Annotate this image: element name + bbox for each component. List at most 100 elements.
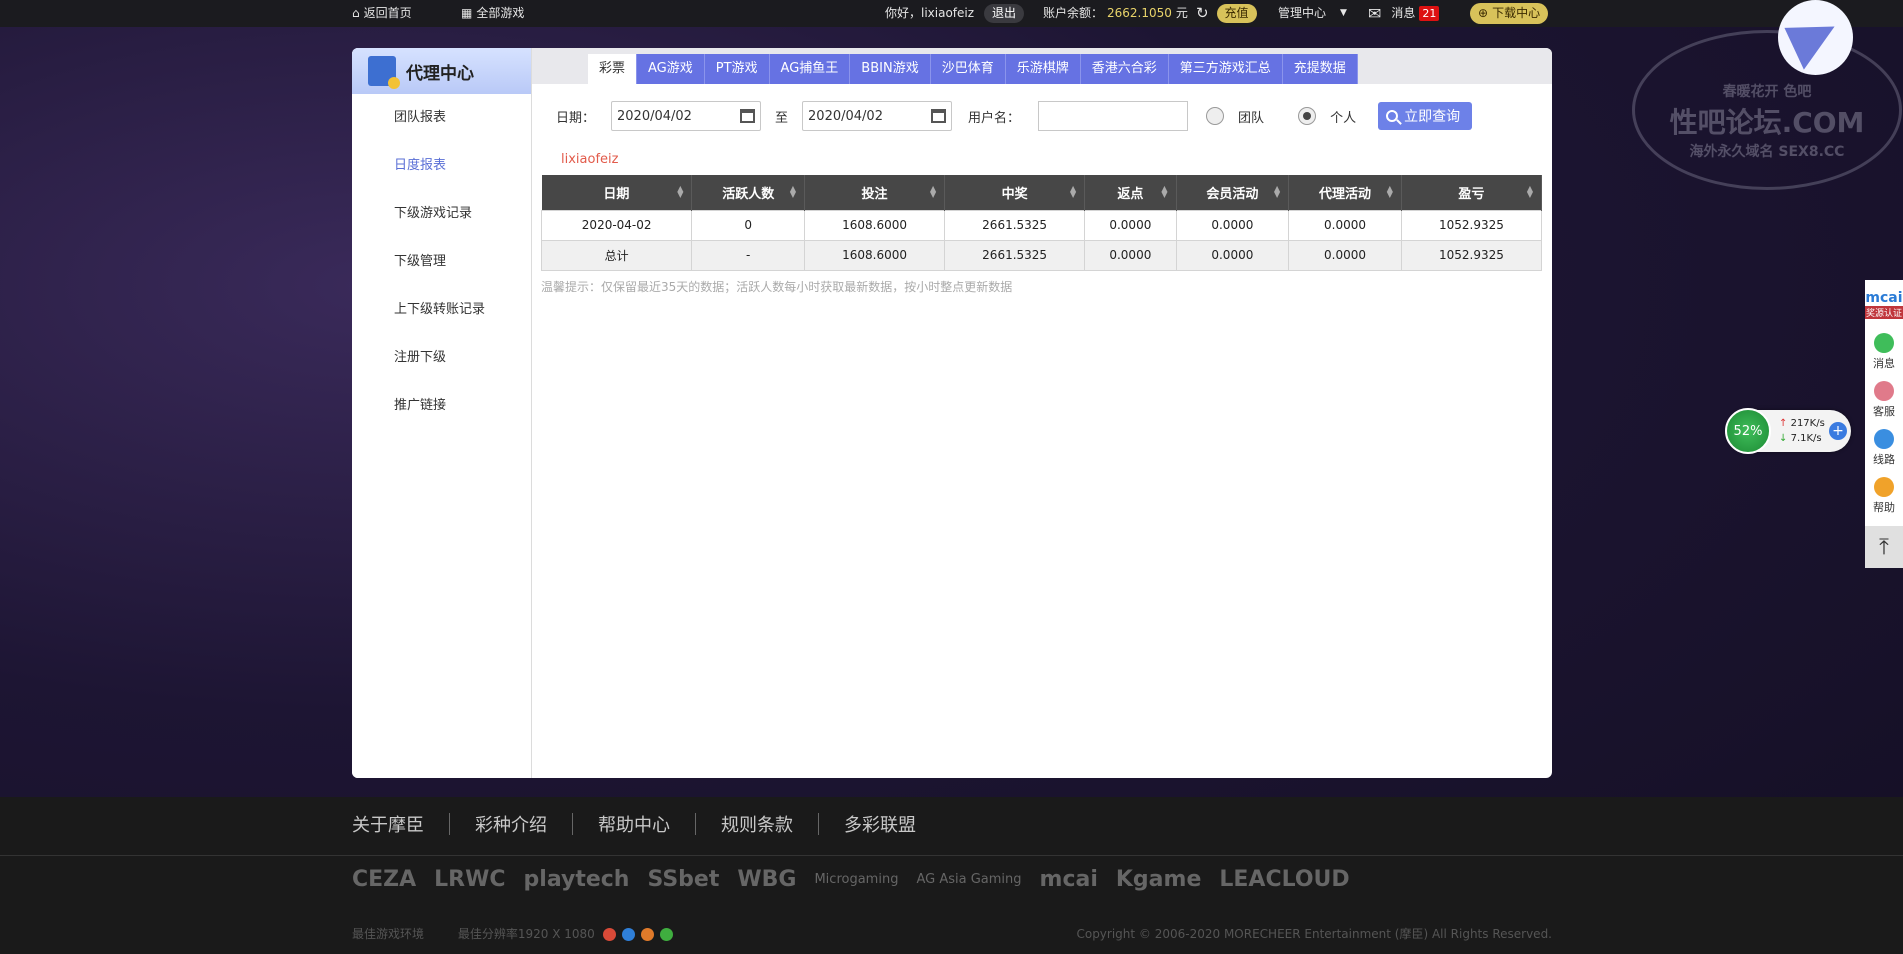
footer-link[interactable]: 规则条款: [721, 811, 793, 837]
column-header[interactable]: 投注 ▲ ▼: [804, 175, 946, 210]
sort-icon[interactable]: ▲ ▼: [677, 185, 683, 199]
sort-icon[interactable]: ▲ ▼: [1527, 185, 1533, 199]
rightbar-item-label: 线路: [1873, 453, 1895, 466]
top-bar: ⌂ 返回首页 ▦ 全部游戏 你好，lixiaofeiz 退出 账户余额： 266…: [0, 0, 1903, 27]
game-tabs: 彩票 AG游戏 PT游戏 AG捕鱼王 BBIN游戏 沙巴体育 乐游棋牌 香港六合彩 第三方游戏汇…: [532, 48, 1552, 84]
sidebar-item[interactable]: 注册下级: [352, 334, 531, 382]
network-speed-widget[interactable]: 52% ↑ 217K/s ↓ 7.1K/s +: [1725, 408, 1851, 454]
sort-icon[interactable]: ▲ ▼: [1161, 185, 1167, 199]
all-games-link[interactable]: ▦ 全部游戏: [461, 0, 524, 27]
tab[interactable]: 沙巴体育: [930, 54, 1006, 84]
table-cell: 1052.9325: [1400, 209, 1543, 241]
tab[interactable]: PT游戏: [704, 54, 770, 84]
column-header-label: 盈亏: [1458, 186, 1485, 202]
all-games-label: 全部游戏: [476, 6, 525, 20]
sort-icon[interactable]: ▲ ▼: [930, 185, 936, 199]
plus-icon[interactable]: +: [1829, 422, 1847, 440]
column-header[interactable]: 盈亏 ▲ ▼: [1401, 175, 1543, 210]
tab[interactable]: 香港六合彩: [1080, 54, 1169, 84]
column-header-label: 活跃人数: [722, 186, 775, 202]
recharge-button[interactable]: 充值: [1216, 4, 1257, 23]
footer-link[interactable]: 多彩联盟: [844, 811, 916, 837]
footer-link[interactable]: 关于摩臣: [352, 811, 424, 837]
sidebar-item[interactable]: 团队报表: [352, 94, 531, 142]
tab[interactable]: 充提数据: [1282, 54, 1358, 84]
back-to-top-button[interactable]: ⤒: [1865, 526, 1903, 568]
rightbar-item[interactable]: 消息: [1865, 328, 1903, 376]
greeting: 你好，lixiaofeiz: [885, 6, 975, 20]
table-cell: 0.0000: [1175, 209, 1290, 241]
table-row: 2020-04-02 0 1608.6000 2661.5325 0.0000 0.000…: [540, 209, 1543, 241]
team-radio[interactable]: [1206, 107, 1225, 125]
sidebar-header: 代理中心: [352, 48, 531, 94]
mcai-badge[interactable]: mcai 奖源认证: [1865, 280, 1903, 328]
username-input[interactable]: [1038, 101, 1189, 131]
tab[interactable]: AG捕鱼王: [769, 54, 851, 84]
rightbar-item[interactable]: 线路: [1865, 424, 1903, 472]
sidebar-item[interactable]: 上下级转账记录: [352, 286, 531, 334]
column-header[interactable]: 日期 ▲ ▼: [541, 175, 693, 210]
logout-button[interactable]: 退出: [984, 4, 1025, 23]
sidebar-item[interactable]: 下级管理: [352, 238, 531, 286]
refresh-icon[interactable]: ↻: [1196, 0, 1209, 27]
filter-bar: 日期： 2020/04/02 至 2020/04/02 用户名： 团队 个人 立…: [556, 100, 1532, 132]
tab[interactable]: 乐游棋牌: [1005, 54, 1081, 84]
rightbar-item[interactable]: 帮助: [1865, 472, 1903, 520]
column-header[interactable]: 会员活动 ▲ ▼: [1176, 175, 1290, 210]
messages-link[interactable]: ✉ 消息 21: [1368, 0, 1440, 27]
footer-separator: [818, 813, 819, 835]
table-cell: 0.0000: [1288, 239, 1402, 271]
date-to-value: 2020/04/02: [808, 108, 883, 124]
ie-icon: [621, 928, 635, 941]
date-from-input[interactable]: 2020/04/02: [611, 101, 762, 131]
footer-separator: [572, 813, 573, 835]
search-icon: [1386, 110, 1399, 122]
table-cell: 1608.6000: [804, 209, 946, 241]
partner-logo: WBG: [737, 867, 797, 892]
admin-center-menu[interactable]: 管理中心 ▼: [1278, 0, 1347, 27]
sort-icon[interactable]: ▲ ▼: [790, 185, 796, 199]
to-label: 至: [775, 110, 789, 126]
column-header[interactable]: 中奖 ▲ ▼: [944, 175, 1086, 210]
footer-divider: [0, 855, 1903, 856]
firefox-icon: [640, 928, 654, 941]
sidebar-item[interactable]: 推广链接: [352, 382, 531, 430]
team-label: 团队: [1238, 110, 1265, 126]
column-header-label: 返点: [1117, 186, 1144, 202]
360-icon: [659, 928, 673, 941]
column-header[interactable]: 活跃人数 ▲ ▼: [691, 175, 806, 210]
footer-link[interactable]: 彩种介绍: [475, 811, 547, 837]
footer-link[interactable]: 帮助中心: [598, 811, 670, 837]
sort-icon[interactable]: ▲ ▼: [1387, 185, 1393, 199]
home-link[interactable]: ⌂ 返回首页: [352, 0, 412, 27]
table-cell: 0.0000: [1175, 239, 1290, 271]
calendar-icon[interactable]: [931, 109, 947, 123]
agent-icon: [368, 56, 400, 89]
query-button[interactable]: 立即查询: [1378, 102, 1473, 130]
agent-center-panel: 代理中心 团队报表 日度报表 下级游戏记录 下级管理 上下级转账记录 注册下级 推广链接 彩…: [352, 48, 1552, 778]
tab[interactable]: 彩票: [588, 54, 638, 84]
calendar-icon[interactable]: [740, 109, 756, 123]
table-cell: 0.0000: [1288, 209, 1402, 241]
personal-radio[interactable]: [1298, 107, 1317, 125]
column-header-label: 代理活动: [1319, 186, 1372, 202]
table-cell: 总计: [540, 239, 693, 271]
tab[interactable]: 第三方游戏汇总: [1168, 54, 1283, 84]
tab[interactable]: AG游戏: [637, 54, 705, 84]
sidebar-item[interactable]: 日度报表: [352, 142, 531, 190]
column-header[interactable]: 代理活动 ▲ ▼: [1288, 175, 1402, 210]
download-center-button[interactable]: ⊕ 下载中心: [1470, 3, 1549, 24]
rightbar-item[interactable]: 客服: [1865, 376, 1903, 424]
mcai-logo: mcai: [1865, 289, 1903, 306]
tab[interactable]: BBIN游戏: [850, 54, 931, 84]
partner-logo: SSbet: [647, 867, 720, 892]
column-header[interactable]: 返点 ▲ ▼: [1084, 175, 1177, 210]
sidebar-item[interactable]: 下级游戏记录: [352, 190, 531, 238]
rightbar-item-label: 客服: [1873, 405, 1895, 418]
sort-icon[interactable]: ▲ ▼: [1274, 185, 1280, 199]
partner-logos: CEZA LRWC playtech SSbet WBG Microgaming AG As…: [352, 867, 1552, 892]
daily-report-table: 日期 ▲ ▼ 活跃人数 ▲ ▼ 投注 ▲ ▼ 中奖 ▲ ▼ 返点 ▲ ▼ 会员活动 ▲ ▼ 代理活动 ▲ ▼ 盈亏 ▲ ▼ 2…: [540, 175, 1543, 271]
sort-icon[interactable]: ▲ ▼: [1070, 185, 1076, 199]
date-to-input[interactable]: 2020/04/02: [802, 101, 953, 131]
watermark: 春暖花开 色吧 性吧论坛.COM 海外永久域名 SEX8.CC: [1632, 30, 1902, 190]
